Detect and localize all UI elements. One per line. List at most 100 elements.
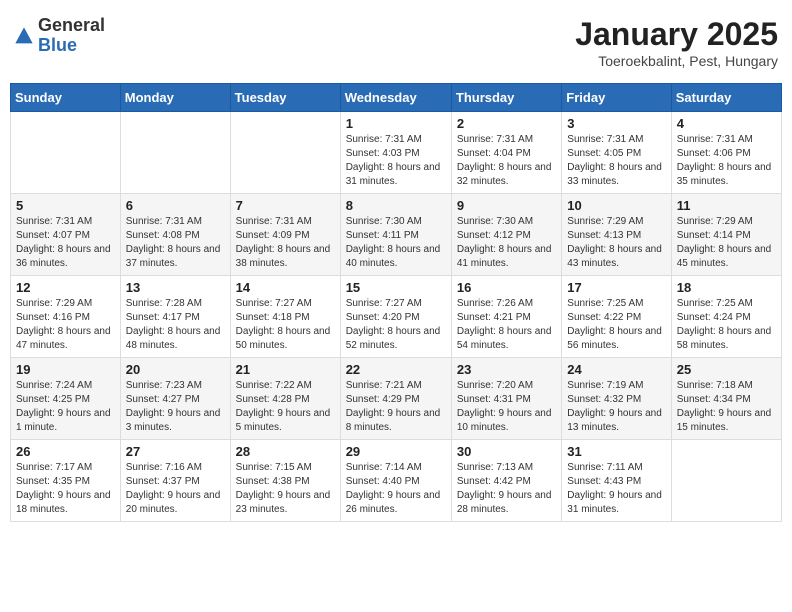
day-info: Sunrise: 7:30 AM Sunset: 4:11 PM Dayligh… bbox=[346, 215, 446, 271]
day-info: Sunrise: 7:31 AM Sunset: 4:07 PM Dayligh… bbox=[16, 215, 115, 271]
day-info: Sunrise: 7:25 AM Sunset: 4:24 PM Dayligh… bbox=[677, 297, 776, 353]
day-info: Sunrise: 7:19 AM Sunset: 4:32 PM Dayligh… bbox=[567, 379, 665, 435]
calendar-cell: 14 Sunrise: 7:27 AM Sunset: 4:18 PM Dayli… bbox=[230, 276, 340, 358]
calendar-cell: 15Sunrise: 7:27 AM Sunset: 4:20 PM Dayli… bbox=[340, 276, 451, 358]
day-number: 17 bbox=[567, 280, 665, 295]
day-header-saturday: Saturday bbox=[671, 84, 781, 112]
calendar-cell: 21 Sunrise: 7:22 AM Sunset: 4:28 PM Dayli… bbox=[230, 358, 340, 440]
day-info: Sunrise: 7:29 AM Sunset: 4:13 PM Dayligh… bbox=[567, 215, 665, 271]
day-number: 16 bbox=[457, 280, 556, 295]
day-number: 8 bbox=[346, 198, 446, 213]
day-info: Sunrise: 7:31 AM Sunset: 4:03 PM Dayligh… bbox=[346, 133, 446, 189]
day-info: Sunrise: 7:13 AM Sunset: 4:42 PM Dayligh… bbox=[457, 461, 556, 517]
day-info: Sunrise: 7:22 AM Sunset: 4:28 PM Dayligh… bbox=[236, 379, 335, 435]
logo: General Blue bbox=[14, 16, 105, 56]
day-header-wednesday: Wednesday bbox=[340, 84, 451, 112]
day-info: Sunrise: 7:28 AM Sunset: 4:17 PM Dayligh… bbox=[126, 297, 225, 353]
day-info: Sunrise: 7:20 AM Sunset: 4:31 PM Dayligh… bbox=[457, 379, 556, 435]
day-number: 2 bbox=[457, 116, 556, 131]
day-info: Sunrise: 7:31 AM Sunset: 4:04 PM Dayligh… bbox=[457, 133, 556, 189]
calendar-cell: 30Sunrise: 7:13 AM Sunset: 4:42 PM Dayli… bbox=[451, 440, 561, 522]
day-info: Sunrise: 7:26 AM Sunset: 4:21 PM Dayligh… bbox=[457, 297, 556, 353]
day-number: 27 bbox=[126, 444, 225, 459]
day-number: 19 bbox=[16, 362, 115, 377]
calendar-cell: 25Sunrise: 7:18 AM Sunset: 4:34 PM Dayli… bbox=[671, 358, 781, 440]
calendar-cell: 29 Sunrise: 7:14 AM Sunset: 4:40 PM Dayli… bbox=[340, 440, 451, 522]
calendar-cell: 13 Sunrise: 7:28 AM Sunset: 4:17 PM Dayli… bbox=[120, 276, 230, 358]
calendar-cell bbox=[120, 112, 230, 194]
day-number: 10 bbox=[567, 198, 665, 213]
day-info: Sunrise: 7:27 AM Sunset: 4:18 PM Dayligh… bbox=[236, 297, 335, 353]
day-number: 29 bbox=[346, 444, 446, 459]
calendar-cell: 26 Sunrise: 7:17 AM Sunset: 4:35 PM Dayli… bbox=[11, 440, 121, 522]
day-number: 26 bbox=[16, 444, 115, 459]
calendar-cell: 24 Sunrise: 7:19 AM Sunset: 4:32 PM Dayli… bbox=[562, 358, 671, 440]
calendar-cell: 5 Sunrise: 7:31 AM Sunset: 4:07 PM Daylig… bbox=[11, 194, 121, 276]
day-number: 25 bbox=[677, 362, 776, 377]
calendar-cell: 7Sunrise: 7:31 AM Sunset: 4:09 PM Daylig… bbox=[230, 194, 340, 276]
calendar-cell: 22Sunrise: 7:21 AM Sunset: 4:29 PM Dayli… bbox=[340, 358, 451, 440]
day-info: Sunrise: 7:15 AM Sunset: 4:38 PM Dayligh… bbox=[236, 461, 335, 517]
day-info: Sunrise: 7:17 AM Sunset: 4:35 PM Dayligh… bbox=[16, 461, 115, 517]
calendar-table: SundayMondayTuesdayWednesdayThursdayFrid… bbox=[10, 83, 782, 522]
day-info: Sunrise: 7:24 AM Sunset: 4:25 PM Dayligh… bbox=[16, 379, 115, 435]
calendar-cell: 23 Sunrise: 7:20 AM Sunset: 4:31 PM Dayli… bbox=[451, 358, 561, 440]
day-number: 13 bbox=[126, 280, 225, 295]
calendar-week-3: 12 Sunrise: 7:29 AM Sunset: 4:16 PM Dayli… bbox=[11, 276, 782, 358]
calendar-cell bbox=[11, 112, 121, 194]
day-number: 4 bbox=[677, 116, 776, 131]
day-info: Sunrise: 7:11 AM Sunset: 4:43 PM Dayligh… bbox=[567, 461, 665, 517]
day-number: 14 bbox=[236, 280, 335, 295]
calendar-cell: 31 Sunrise: 7:11 AM Sunset: 4:43 PM Dayli… bbox=[562, 440, 671, 522]
day-info: Sunrise: 7:25 AM Sunset: 4:22 PM Dayligh… bbox=[567, 297, 665, 353]
calendar-header-row: SundayMondayTuesdayWednesdayThursdayFrid… bbox=[11, 84, 782, 112]
calendar-cell: 19 Sunrise: 7:24 AM Sunset: 4:25 PM Dayli… bbox=[11, 358, 121, 440]
day-info: Sunrise: 7:31 AM Sunset: 4:09 PM Dayligh… bbox=[236, 215, 335, 271]
day-info: Sunrise: 7:16 AM Sunset: 4:37 PM Dayligh… bbox=[126, 461, 225, 517]
day-number: 28 bbox=[236, 444, 335, 459]
day-header-thursday: Thursday bbox=[451, 84, 561, 112]
day-number: 6 bbox=[126, 198, 225, 213]
calendar-cell: 16 Sunrise: 7:26 AM Sunset: 4:21 PM Dayli… bbox=[451, 276, 561, 358]
month-title: January 2025 bbox=[575, 16, 778, 53]
day-info: Sunrise: 7:14 AM Sunset: 4:40 PM Dayligh… bbox=[346, 461, 446, 517]
day-info: Sunrise: 7:29 AM Sunset: 4:16 PM Dayligh… bbox=[16, 297, 115, 353]
calendar-cell bbox=[230, 112, 340, 194]
calendar-cell: 11Sunrise: 7:29 AM Sunset: 4:14 PM Dayli… bbox=[671, 194, 781, 276]
day-number: 5 bbox=[16, 198, 115, 213]
calendar-cell: 12 Sunrise: 7:29 AM Sunset: 4:16 PM Dayli… bbox=[11, 276, 121, 358]
logo-icon bbox=[14, 26, 34, 46]
day-info: Sunrise: 7:31 AM Sunset: 4:08 PM Dayligh… bbox=[126, 215, 225, 271]
day-number: 31 bbox=[567, 444, 665, 459]
calendar-cell: 27 Sunrise: 7:16 AM Sunset: 4:37 PM Dayli… bbox=[120, 440, 230, 522]
day-number: 3 bbox=[567, 116, 665, 131]
calendar-week-5: 26 Sunrise: 7:17 AM Sunset: 4:35 PM Dayli… bbox=[11, 440, 782, 522]
day-info: Sunrise: 7:31 AM Sunset: 4:06 PM Dayligh… bbox=[677, 133, 776, 189]
calendar-cell: 28 Sunrise: 7:15 AM Sunset: 4:38 PM Dayli… bbox=[230, 440, 340, 522]
day-number: 18 bbox=[677, 280, 776, 295]
day-number: 21 bbox=[236, 362, 335, 377]
day-header-monday: Monday bbox=[120, 84, 230, 112]
day-number: 9 bbox=[457, 198, 556, 213]
day-number: 1 bbox=[346, 116, 446, 131]
day-number: 23 bbox=[457, 362, 556, 377]
day-info: Sunrise: 7:23 AM Sunset: 4:27 PM Dayligh… bbox=[126, 379, 225, 435]
day-info: Sunrise: 7:30 AM Sunset: 4:12 PM Dayligh… bbox=[457, 215, 556, 271]
day-info: Sunrise: 7:31 AM Sunset: 4:05 PM Dayligh… bbox=[567, 133, 665, 189]
day-header-tuesday: Tuesday bbox=[230, 84, 340, 112]
calendar-cell: 6 Sunrise: 7:31 AM Sunset: 4:08 PM Daylig… bbox=[120, 194, 230, 276]
day-number: 22 bbox=[346, 362, 446, 377]
calendar-cell bbox=[671, 440, 781, 522]
calendar-cell: 18 Sunrise: 7:25 AM Sunset: 4:24 PM Dayli… bbox=[671, 276, 781, 358]
calendar-week-4: 19 Sunrise: 7:24 AM Sunset: 4:25 PM Dayli… bbox=[11, 358, 782, 440]
calendar-cell: 8 Sunrise: 7:30 AM Sunset: 4:11 PM Daylig… bbox=[340, 194, 451, 276]
calendar-cell: 3 Sunrise: 7:31 AM Sunset: 4:05 PM Daylig… bbox=[562, 112, 671, 194]
day-info: Sunrise: 7:27 AM Sunset: 4:20 PM Dayligh… bbox=[346, 297, 446, 353]
day-number: 24 bbox=[567, 362, 665, 377]
day-number: 20 bbox=[126, 362, 225, 377]
logo-blue-text: Blue bbox=[38, 36, 105, 56]
title-area: January 2025 Toeroekbalint, Pest, Hungar… bbox=[575, 16, 778, 69]
calendar-week-1: 1 Sunrise: 7:31 AM Sunset: 4:03 PM Daylig… bbox=[11, 112, 782, 194]
calendar-cell: 4 Sunrise: 7:31 AM Sunset: 4:06 PM Daylig… bbox=[671, 112, 781, 194]
day-number: 12 bbox=[16, 280, 115, 295]
